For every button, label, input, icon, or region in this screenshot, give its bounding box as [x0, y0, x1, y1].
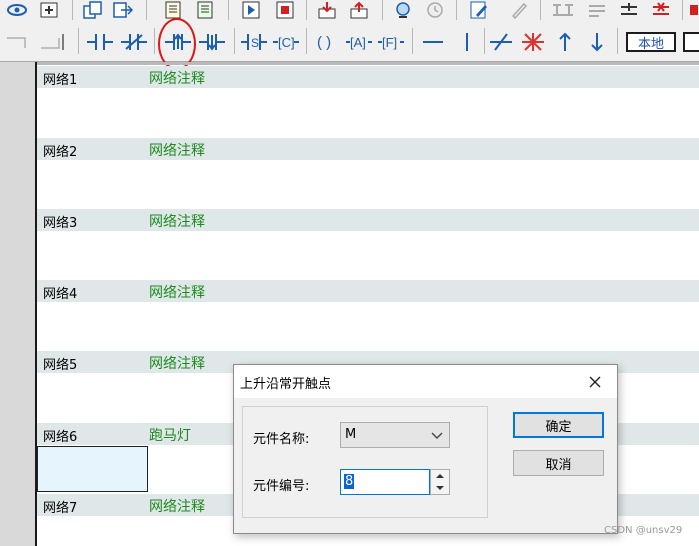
network-header[interactable]: 网络2 网络注释 [37, 138, 699, 160]
run-icon[interactable] [238, 0, 264, 20]
align-icon[interactable] [584, 0, 610, 20]
add-icon[interactable] [36, 0, 62, 20]
connect-right-icon[interactable] [38, 30, 68, 54]
network-comment[interactable]: 网络注释 [149, 140, 205, 160]
number-spinner[interactable] [430, 469, 450, 495]
network-comment[interactable]: 网络注释 [149, 353, 205, 373]
delete-line-icon[interactable] [518, 30, 548, 54]
dialog-title: 上升沿常开触点 [240, 377, 332, 392]
toolbar-separator [484, 28, 485, 54]
network-comment[interactable]: 跑马灯 [149, 425, 191, 445]
svg-text:[C]: [C] [278, 35, 295, 50]
time-icon[interactable] [422, 0, 448, 20]
upload-icon[interactable] [346, 0, 372, 20]
cut-icon[interactable] [648, 0, 674, 20]
edit-icon[interactable] [466, 0, 492, 20]
local-button[interactable]: 本地 [626, 32, 676, 52]
svg-text:[A]: [A] [350, 35, 366, 50]
toolbar-separator [682, 0, 683, 20]
down-arrow-icon[interactable] [582, 30, 612, 54]
toolbar-separator [456, 0, 457, 20]
toolbar-separator [412, 28, 413, 54]
coil-icon[interactable]: ( ) [312, 30, 342, 54]
diagonal-line-icon[interactable] [486, 30, 516, 54]
element-name-label: 元件名称: [253, 432, 310, 447]
set-instruction-icon[interactable]: S [238, 30, 270, 54]
element-number-label: 元件编号: [253, 479, 310, 494]
cancel-button[interactable]: 取消 [513, 450, 604, 476]
toolbar-separator [382, 0, 383, 20]
more-icon[interactable] [688, 0, 699, 20]
nc-contact-icon[interactable] [118, 30, 150, 54]
monitor-icon[interactable] [390, 0, 416, 20]
network-comment[interactable]: 网络注释 [149, 282, 205, 302]
selected-cell[interactable] [37, 446, 148, 492]
network-icon[interactable] [548, 0, 578, 20]
svg-text:S: S [251, 36, 259, 50]
network-label: 网络5 [43, 358, 78, 373]
rising-edge-contact-dialog: 上升沿常开触点 元件名称: M 元件编号: 8 确定 取消 [233, 364, 618, 534]
horizontal-line-icon[interactable] [418, 30, 448, 54]
editor-top-rule [0, 62, 699, 65]
toolbar-separator [540, 0, 541, 20]
element-name-select[interactable]: M [340, 422, 450, 448]
network-label: 网络6 [43, 430, 78, 445]
chevron-down-icon [431, 430, 443, 445]
function-f-icon[interactable]: [F] [376, 30, 406, 54]
doc-icon[interactable] [160, 0, 186, 20]
toolbar-separator [228, 0, 229, 20]
dialog-titlebar[interactable]: 上升沿常开触点 [234, 365, 617, 398]
align-icon[interactable] [616, 0, 642, 20]
toolbar-separator [78, 28, 79, 54]
network-comment[interactable]: 网络注释 [149, 211, 205, 231]
toolbar-separator [146, 0, 147, 20]
remote-button[interactable] [683, 32, 699, 52]
spin-down-icon[interactable] [431, 482, 449, 494]
network-header[interactable]: 网络1 网络注释 [37, 66, 699, 88]
svg-text:( ): ( ) [317, 34, 331, 51]
falling-edge-contact-icon[interactable] [196, 30, 228, 54]
spin-up-icon[interactable] [431, 470, 449, 482]
view-icon[interactable] [4, 0, 30, 20]
ok-button[interactable]: 确定 [513, 412, 604, 438]
toolbar-separator [234, 28, 235, 54]
copy-icon[interactable] [80, 0, 106, 20]
up-arrow-icon[interactable] [550, 30, 580, 54]
toolbar-separator [306, 28, 307, 54]
function-a-icon[interactable]: [A] [344, 30, 374, 54]
network-comment[interactable]: 网络注释 [149, 496, 205, 516]
element-name-value: M [345, 427, 357, 442]
pencil-icon[interactable] [506, 0, 532, 20]
network-header[interactable]: 网络3 网络注释 [37, 209, 699, 231]
main-toolbar [0, 0, 699, 25]
network-label: 网络3 [43, 216, 78, 231]
toolbar-separator [72, 0, 73, 20]
network-comment[interactable]: 网络注释 [149, 68, 205, 88]
svg-text:[F]: [F] [382, 35, 397, 50]
doc2-icon[interactable] [192, 0, 218, 20]
compare-instruction-icon[interactable]: [C] [270, 30, 302, 54]
toolbar-separator [617, 28, 618, 54]
network-label: 网络4 [43, 287, 78, 302]
toolbar-separator [306, 0, 307, 20]
stop-icon[interactable] [272, 0, 298, 20]
element-number-value: 8 [344, 474, 355, 489]
element-number-input[interactable]: 8 [340, 469, 430, 495]
vertical-line-icon[interactable] [452, 30, 482, 54]
network-label: 网络1 [43, 73, 78, 88]
left-gutter [0, 62, 36, 546]
network-header[interactable]: 网络4 网络注释 [37, 280, 699, 302]
close-icon[interactable] [584, 371, 606, 393]
watermark: CSDN @unsv29 [604, 525, 683, 536]
export-icon[interactable] [110, 0, 136, 20]
toolbar-separator [154, 28, 155, 54]
network-label: 网络7 [43, 501, 78, 516]
network-label: 网络2 [43, 145, 78, 160]
no-contact-icon[interactable] [84, 30, 116, 54]
ladder-toolbar: S [C] ( ) [A] [F] [0, 24, 699, 62]
connect-left-icon[interactable] [4, 30, 34, 54]
download-icon[interactable] [314, 0, 340, 20]
